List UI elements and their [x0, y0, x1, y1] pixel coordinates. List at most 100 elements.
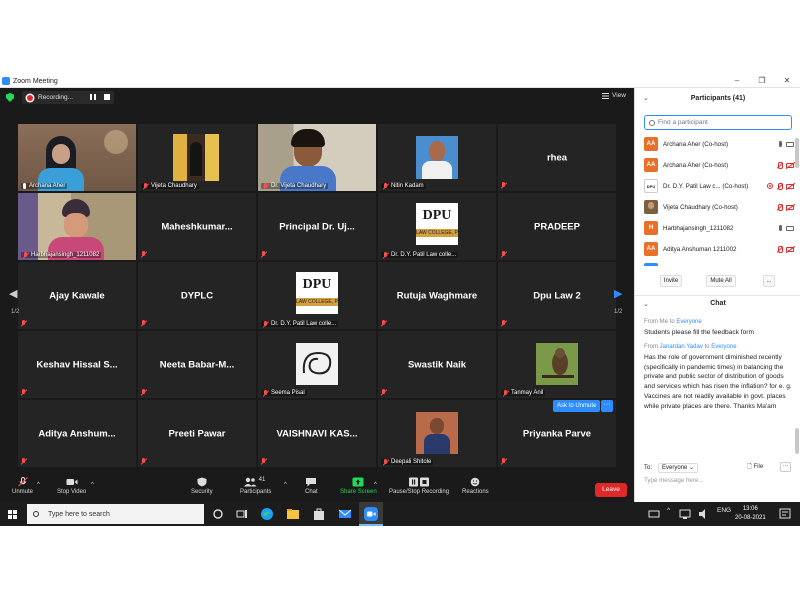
- participant-tile[interactable]: Neeta Babar-M...: [138, 331, 256, 398]
- file-explorer-icon[interactable]: [285, 506, 301, 522]
- participant-tile[interactable]: rhea: [498, 124, 616, 191]
- participant-tile[interactable]: Principal Dr. Uj...: [258, 193, 376, 260]
- video-options-caret-icon[interactable]: ^: [91, 482, 94, 488]
- participant-tile[interactable]: Maheshkumar...: [138, 193, 256, 260]
- participant-tile[interactable]: VAISHNAVI KAS...: [258, 400, 376, 467]
- participants-button[interactable]: 41 Participants: [240, 477, 271, 495]
- participant-video: [18, 193, 136, 260]
- security-shield-icon[interactable]: [6, 93, 14, 102]
- participant-tile[interactable]: DPU LAW COLLEGE, P Dr. D.Y. Patil Law coll…: [378, 193, 496, 260]
- close-icon[interactable]: ✕: [780, 75, 794, 88]
- taskbar-zoom-active[interactable]: [359, 502, 383, 526]
- language-indicator[interactable]: ENG: [717, 507, 731, 514]
- participant-tile[interactable]: Nitin Kadam: [378, 124, 496, 191]
- tray-chevron-icon[interactable]: ^: [667, 507, 670, 514]
- mic-icon[interactable]: [779, 225, 782, 231]
- ask-to-unmute-button[interactable]: Ask to Unmute: [553, 400, 601, 412]
- participant-tile[interactable]: Harbhajansingh_1211082: [18, 193, 136, 260]
- stop-recording-icon[interactable]: [104, 94, 110, 100]
- mic-muted-icon: [17, 477, 29, 487]
- reactions-button[interactable]: Reactions: [462, 477, 489, 495]
- participant-tile[interactable]: Rutuja Waghmare: [378, 262, 496, 329]
- keyboard-tray-icon[interactable]: [646, 506, 662, 522]
- pause-recording-icon[interactable]: [90, 94, 96, 100]
- store-icon[interactable]: [311, 506, 327, 522]
- participant-row[interactable]: DPU Dr. D.Y. Patil Law c... (Co-host): [644, 177, 794, 195]
- chat-more-button[interactable]: ···: [780, 462, 791, 472]
- participant-tile[interactable]: Vijeta Chaudhary: [138, 124, 256, 191]
- view-button[interactable]: View: [602, 92, 626, 99]
- participant-search-input[interactable]: Find a participant: [644, 115, 792, 130]
- participant-row[interactable]: AA Archana Aher (Co-host): [644, 135, 794, 153]
- tile-participant-name: Vijeta Chaudhary: [151, 183, 197, 189]
- network-icon[interactable]: [677, 506, 693, 522]
- security-button[interactable]: Security: [191, 477, 213, 495]
- taskbar-search-input[interactable]: Type here to search: [27, 504, 204, 524]
- chat-recipient[interactable]: Everyone: [676, 319, 701, 325]
- participant-row[interactable]: Vijeta Chaudhary (Co-host): [644, 198, 794, 216]
- participant-row[interactable]: AA Archana Aher (Co-host): [644, 156, 794, 174]
- participants-scrollbar[interactable]: [795, 138, 799, 168]
- cortana-icon[interactable]: [210, 506, 226, 522]
- participant-row[interactable]: AA Aditya Anshuman 1211002: [644, 240, 794, 258]
- prev-page-arrow-icon[interactable]: ◀: [9, 287, 17, 300]
- tile-name-label: Tanmay Anil: [501, 390, 546, 396]
- participant-tile[interactable]: Archana Aher: [18, 124, 136, 191]
- participant-video: [18, 124, 136, 191]
- participant-tile[interactable]: DPU LAW COLLEGE, P Dr. D.Y. Patil Law coll…: [258, 262, 376, 329]
- participant-tile[interactable]: Dr. Vijeta Chaudhary: [258, 124, 376, 191]
- chat-scrollbar[interactable]: [795, 428, 799, 454]
- participant-tile[interactable]: Seema Pisal: [258, 331, 376, 398]
- task-view-icon[interactable]: [234, 506, 250, 522]
- share-caret-icon[interactable]: ^: [374, 482, 377, 488]
- pause-stop-recording-button[interactable]: Pause/Stop Recording: [389, 477, 449, 495]
- windows-start-icon[interactable]: [8, 510, 17, 519]
- stop-video-button[interactable]: Stop Video: [57, 477, 86, 495]
- edge-browser-icon[interactable]: [259, 506, 275, 522]
- chat-recipient[interactable]: Everyone: [711, 344, 736, 350]
- mic-muted-icon[interactable]: [777, 183, 783, 190]
- mic-muted-icon[interactable]: [777, 246, 783, 253]
- participant-tile[interactable]: Ajay Kawale: [18, 262, 136, 329]
- participant-status-icons: [767, 183, 794, 190]
- participant-tile[interactable]: Dpu Law 2: [498, 262, 616, 329]
- participant-tile[interactable]: DYPLC: [138, 262, 256, 329]
- participants-icon: 41: [243, 477, 269, 487]
- mic-icon[interactable]: [779, 141, 782, 147]
- audio-options-caret-icon[interactable]: ^: [37, 482, 40, 488]
- mic-muted-icon[interactable]: [777, 162, 783, 169]
- participant-tile[interactable]: Tanmay Anil: [498, 331, 616, 398]
- invite-button[interactable]: Invite: [660, 275, 682, 287]
- chat-file-button[interactable]: 🗋 File: [747, 462, 763, 472]
- unmute-button[interactable]: Unmute: [12, 477, 33, 495]
- minimize-icon[interactable]: –: [730, 75, 744, 88]
- participant-tile[interactable]: PRADEEP: [498, 193, 616, 260]
- participant-search-placeholder: Find a participant: [658, 119, 708, 126]
- chat-sender[interactable]: Janardan Yadav: [660, 344, 703, 350]
- participant-tile[interactable]: Keshav Hissal S...: [18, 331, 136, 398]
- participant-tile[interactable]: Aditya Anshum...: [18, 400, 136, 467]
- participant-tile[interactable]: Deepali Shitole: [378, 400, 496, 467]
- participant-avatar: AA: [644, 137, 658, 151]
- participants-caret-icon[interactable]: ^: [284, 482, 287, 488]
- volume-icon[interactable]: [696, 506, 712, 522]
- share-screen-button[interactable]: Share Screen: [340, 477, 377, 495]
- maximize-icon[interactable]: ❐: [755, 75, 769, 88]
- chat-button[interactable]: Chat: [305, 477, 318, 495]
- mic-muted-icon: [261, 458, 266, 464]
- mail-icon[interactable]: [337, 506, 353, 522]
- participants-more-button[interactable]: ...: [763, 275, 775, 287]
- tile-more-button[interactable]: ···: [601, 400, 613, 412]
- chat-message-input[interactable]: Type message here...: [644, 477, 704, 484]
- taskbar-clock[interactable]: 13:06 20-08-2021: [735, 505, 766, 523]
- mute-all-button[interactable]: Mute All: [706, 275, 736, 287]
- reactions-smiley-icon: [469, 477, 481, 487]
- leave-button[interactable]: Leave: [595, 483, 627, 497]
- next-page-arrow-icon[interactable]: ▶: [614, 287, 622, 300]
- participant-row[interactable]: H Harbhajansingh_1211082: [644, 219, 794, 237]
- chat-recipient-select[interactable]: Everyone ⌄: [658, 463, 699, 473]
- notifications-icon[interactable]: [777, 506, 793, 522]
- participant-tile[interactable]: Preeti Pawar: [138, 400, 256, 467]
- mic-muted-icon[interactable]: [777, 204, 783, 211]
- participant-tile[interactable]: Swastik Naik: [378, 331, 496, 398]
